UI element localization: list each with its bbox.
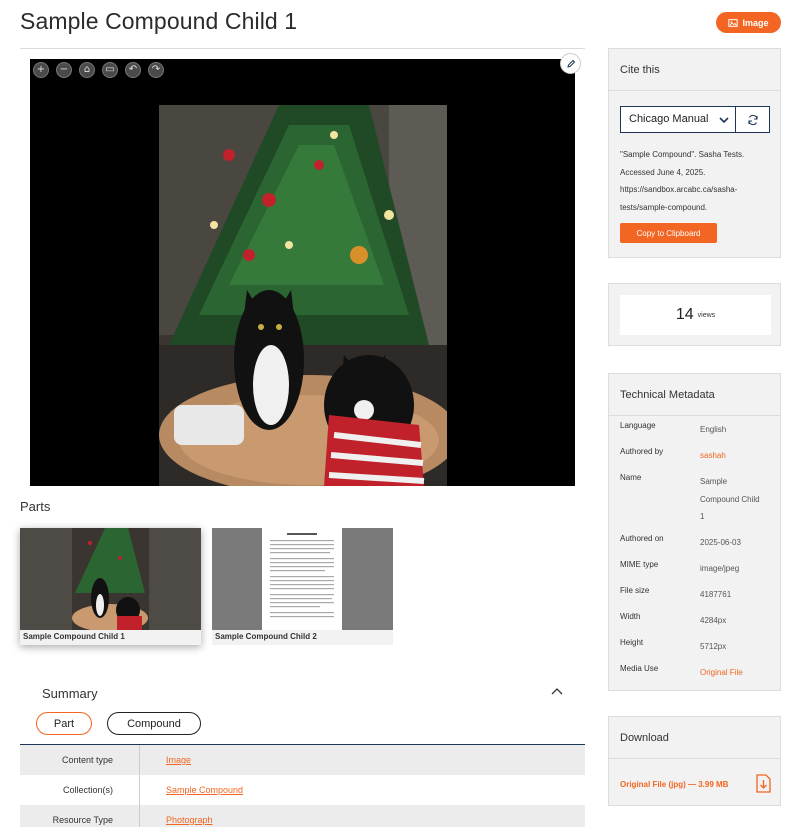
badge-label: Image — [742, 17, 769, 28]
metadata-value: 4284px — [700, 616, 727, 625]
viewer-toolbar: + − ⌂ ▭ ↶ ↷ — [33, 62, 164, 78]
summary-title: Summary — [42, 686, 98, 701]
pencil-icon — [566, 59, 575, 68]
metadata-value: Sample Compound Child 1 — [700, 477, 760, 521]
chevron-down-icon — [719, 117, 729, 124]
chevron-up-icon[interactable] — [550, 686, 564, 696]
zoom-out-icon[interactable]: − — [56, 62, 72, 78]
metadata-key: Language — [620, 421, 656, 430]
cats-christmas-photo — [159, 105, 447, 486]
metadata-row: Height 5712px — [620, 638, 760, 656]
summary-value-link[interactable]: Photograph — [140, 815, 213, 825]
download-icon[interactable] — [756, 774, 771, 793]
tab-part[interactable]: Part — [36, 712, 92, 735]
views-count: 14 — [675, 306, 694, 323]
summary-value-link[interactable]: Image — [140, 755, 191, 765]
metadata-key: Width — [620, 612, 641, 621]
zoom-in-icon[interactable]: + — [33, 62, 49, 78]
home-icon[interactable]: ⌂ — [79, 62, 95, 78]
metadata-value: English — [700, 425, 727, 434]
edit-button[interactable] — [560, 53, 581, 74]
metadata-row: MIME type image/jpeg — [620, 560, 760, 578]
views-panel: 14 views — [608, 283, 781, 346]
metadata-row: Name Sample Compound Child 1 — [620, 473, 760, 526]
tab-compound[interactable]: Compound — [107, 712, 201, 735]
metadata-title: Technical Metadata — [609, 374, 780, 416]
summary-key: Content type — [20, 745, 140, 775]
refresh-icon — [747, 114, 758, 125]
metadata-row: Authored on 2025-06-03 — [620, 534, 760, 552]
author-link[interactable]: sashah — [700, 447, 760, 465]
metadata-key: MIME type — [620, 560, 659, 569]
metadata-key: Name — [620, 473, 642, 482]
image-type-badge: Image — [716, 12, 781, 33]
views-label: views — [697, 311, 716, 319]
metadata-value: 2025-06-03 — [700, 538, 741, 547]
part-label-1: Sample Compound Child 1 — [23, 632, 125, 641]
metadata-row: Language English — [620, 421, 760, 439]
metadata-key: Authored on — [620, 534, 664, 543]
metadata-key: File size — [620, 586, 650, 595]
summary-section: Summary Part Compound Content type Image… — [20, 672, 585, 827]
image-viewer[interactable]: + − ⌂ ▭ ↶ ↷ — [30, 59, 575, 486]
download-original-link[interactable]: Original File (jpg) — 3.99 MB — [620, 780, 728, 789]
metadata-value: 5712px — [700, 642, 727, 651]
fullscreen-icon[interactable]: ▭ — [102, 62, 118, 78]
page-title: Sample Compound Child 1 — [20, 8, 298, 34]
media-use-link[interactable]: Original File — [700, 664, 760, 682]
part-thumbnail-1 — [20, 528, 201, 630]
parts-title: Parts — [20, 499, 51, 514]
parts-section: Parts Sample Compound Child 1 Sample Com… — [20, 496, 585, 659]
cite-title: Cite this — [609, 49, 780, 91]
metadata-row: File size 4187761 — [620, 586, 760, 604]
metadata-key: Media Use — [620, 664, 659, 673]
metadata-row: Width 4284px — [620, 612, 760, 630]
part-label-2: Sample Compound Child 2 — [215, 632, 317, 641]
summary-key: Resource Type — [20, 805, 140, 827]
summary-row: Collection(s) Sample Compound — [20, 775, 585, 805]
metadata-key: Authored by — [620, 447, 664, 456]
metadata-value: image/jpeg — [700, 564, 740, 573]
technical-metadata-panel: Technical Metadata Language English Auth… — [608, 373, 781, 691]
metadata-row: Media Use Original File — [620, 664, 760, 682]
metadata-row: Authored by sashah — [620, 447, 760, 465]
views-counter: 14 views — [620, 295, 771, 335]
metadata-key: Height — [620, 638, 644, 647]
download-panel: Download Original File (jpg) — 3.99 MB — [608, 716, 781, 806]
title-divider — [20, 48, 585, 49]
citation-style-select[interactable]: Chicago Manual — [620, 106, 770, 133]
summary-row: Content type Image — [20, 745, 585, 775]
copy-to-clipboard-button[interactable]: Copy to Clipboard — [620, 223, 717, 243]
summary-key: Collection(s) — [20, 775, 140, 805]
part-card-2[interactable]: Sample Compound Child 2 — [212, 528, 393, 645]
metadata-value: 4187761 — [700, 590, 732, 599]
image-icon — [728, 18, 739, 27]
part-thumbnail-2 — [212, 528, 393, 630]
refresh-citation-button[interactable] — [736, 107, 769, 132]
part-card-1[interactable]: Sample Compound Child 1 — [20, 528, 201, 645]
cite-panel: Cite this Chicago Manual "Sample Compoun… — [608, 48, 781, 258]
download-title: Download — [609, 717, 780, 759]
summary-value-link[interactable]: Sample Compound — [140, 785, 243, 795]
citation-text: "Sample Compound". Sasha Tests. Accessed… — [620, 150, 745, 212]
rotate-left-icon[interactable]: ↶ — [125, 62, 141, 78]
summary-row: Resource Type Photograph — [20, 805, 585, 827]
rotate-right-icon[interactable]: ↷ — [148, 62, 164, 78]
